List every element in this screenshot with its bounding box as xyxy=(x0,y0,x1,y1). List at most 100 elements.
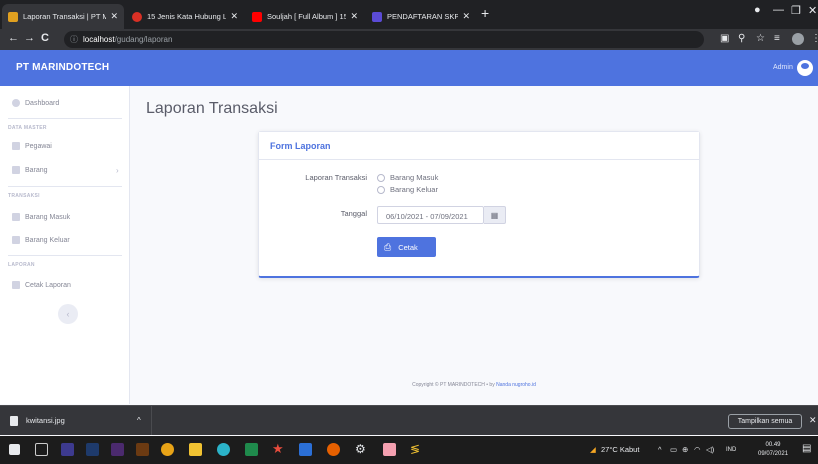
firefox-icon[interactable] xyxy=(327,443,340,456)
file-explorer-icon[interactable] xyxy=(189,443,202,456)
show-all-button[interactable]: Tampilkan semua xyxy=(728,414,802,429)
user-avatar-icon[interactable] xyxy=(797,60,813,76)
users-icon xyxy=(12,142,20,150)
illustrator-icon[interactable] xyxy=(136,443,149,456)
radio-barang-keluar[interactable]: Barang Keluar xyxy=(377,185,438,194)
cetak-button[interactable]: ⎙ Cetak xyxy=(377,237,436,257)
minimize-icon[interactable]: — xyxy=(773,4,784,16)
browser-tab-skpi[interactable]: PENDAFTARAN SKPI - TI 2021 ✕ xyxy=(366,4,476,29)
sidebar-toggle-button[interactable]: ‹ xyxy=(58,304,78,324)
downloads-bar: kwitansi.jpg ^ Tampilkan semua ✕ xyxy=(0,405,818,435)
close-icon[interactable]: ✕ xyxy=(110,11,118,22)
user-name[interactable]: Admin xyxy=(773,64,793,71)
back-icon[interactable]: ← xyxy=(8,32,19,44)
sidebar-item-barang[interactable]: Barang xyxy=(12,166,48,174)
address-bar[interactable]: ⓘ localhost/gudang/laporan xyxy=(64,31,704,48)
close-icon[interactable]: ✕ xyxy=(230,11,238,22)
sidebar-divider xyxy=(8,255,122,256)
clock-time: 00.49 xyxy=(765,442,781,448)
laporan-transaksi-label: Laporan Transaksi xyxy=(305,173,367,182)
radio-barang-masuk[interactable]: Barang Masuk xyxy=(377,173,438,182)
bookmark-star-icon[interactable]: ☆ xyxy=(756,33,765,44)
maximize-icon[interactable]: ❐ xyxy=(791,4,801,17)
browser-tab-laporan[interactable]: Laporan Transaksi | PT MARINDO ✕ xyxy=(2,4,124,29)
brand-title[interactable]: PT MARINDOTECH xyxy=(16,62,109,73)
calendar-icon[interactable]: ▦ xyxy=(484,206,506,224)
windows-start-icon[interactable] xyxy=(9,444,20,455)
favicon-icon xyxy=(8,11,18,22)
sidebar-item-cetak-laporan[interactable]: Cetak Laporan xyxy=(12,281,71,289)
premiere-icon[interactable] xyxy=(111,443,124,456)
sidebar-heading-master: DATA MASTER xyxy=(8,125,47,131)
weather-text[interactable]: 27°C Kabut xyxy=(601,445,639,454)
browser-tab-strip: Laporan Transaksi | PT MARINDO ✕ 15 Jeni… xyxy=(0,0,818,29)
download-item[interactable]: kwitansi.jpg ^ xyxy=(0,406,152,435)
browser-tab-souljah[interactable]: Souljah [ Full Album ] 15 Lag ✕ xyxy=(246,4,364,29)
forward-icon[interactable]: → xyxy=(24,32,35,44)
radio-icon[interactable] xyxy=(377,173,385,182)
photos-icon[interactable] xyxy=(383,443,396,456)
zoom-icon[interactable]: ⚲ xyxy=(738,33,745,44)
reading-list-icon[interactable]: ≡ xyxy=(774,33,780,44)
form-card: Form Laporan Laporan Transaksi Barang Ma… xyxy=(258,131,700,278)
sidebar-item-barang-masuk[interactable]: Barang Masuk xyxy=(12,213,70,221)
cetak-button-label: Cetak xyxy=(398,242,418,252)
photoshop-icon[interactable] xyxy=(86,443,99,456)
edge-icon[interactable] xyxy=(217,443,230,456)
url-path: /gudang/laporan xyxy=(114,35,173,44)
notepad-icon[interactable] xyxy=(245,443,258,456)
close-icon[interactable]: ✕ xyxy=(350,11,358,22)
chevron-up-icon[interactable]: ^ xyxy=(137,416,141,425)
chrome-icon[interactable] xyxy=(161,443,174,456)
tab-label: PENDAFTARAN SKPI - TI 2021 xyxy=(387,12,459,21)
radio-label: Barang Masuk xyxy=(390,173,439,182)
wifi-icon[interactable]: ◠ xyxy=(694,445,701,454)
browser-tab-kata-hubung[interactable]: 15 Jenis Kata Hubung Lengkap d ✕ xyxy=(126,4,244,29)
word-icon[interactable] xyxy=(299,443,312,456)
sublime-icon[interactable]: ≶ xyxy=(410,442,423,456)
window-close-icon[interactable]: ✕ xyxy=(808,4,817,17)
profile-icon[interactable]: ● xyxy=(754,4,761,16)
profile-avatar-icon[interactable] xyxy=(792,33,804,45)
star-app-icon[interactable]: ★ xyxy=(272,441,285,456)
chevron-right-icon[interactable]: › xyxy=(116,166,119,175)
reload-icon[interactable]: C xyxy=(41,32,49,44)
chevron-up-icon[interactable]: ^ xyxy=(658,445,662,454)
task-view-icon[interactable] xyxy=(35,443,48,456)
clock[interactable]: 00.49 09/07/2021 xyxy=(758,441,788,459)
close-icon[interactable]: ✕ xyxy=(809,415,817,426)
sidebar-item-pegawai[interactable]: Pegawai xyxy=(12,142,52,150)
footer: Copyright © PT MARINDOTECH • by Nanda nu… xyxy=(130,382,818,388)
volume-icon[interactable]: ◁) xyxy=(706,445,714,454)
screenshot-icon[interactable]: ▣ xyxy=(720,33,729,44)
sidebar-item-barang-keluar[interactable]: Barang Keluar xyxy=(12,236,70,244)
radio-icon[interactable] xyxy=(377,185,385,194)
tab-label: Souljah [ Full Album ] 15 Lag xyxy=(267,12,347,21)
language-indicator[interactable]: IND xyxy=(726,447,736,453)
network-icon[interactable]: ⊕ xyxy=(682,445,688,454)
menu-kebab-icon[interactable]: ⋮ xyxy=(811,33,818,44)
date-range-input[interactable]: 06/10/2021 - 07/09/2021 xyxy=(377,206,484,224)
folder-icon xyxy=(12,166,20,174)
info-icon[interactable]: ⓘ xyxy=(70,34,78,45)
settings-gear-icon[interactable]: ⚙ xyxy=(355,442,368,456)
sidebar-heading-laporan: LAPORAN xyxy=(8,262,35,268)
sidebar-item-label: Barang Masuk xyxy=(25,213,71,221)
battery-icon: ▭ xyxy=(670,445,678,454)
sidebar-item-dashboard[interactable]: Dashboard xyxy=(12,99,59,107)
radio-label: Barang Keluar xyxy=(390,185,438,194)
notification-icon[interactable]: ▤ xyxy=(802,443,811,454)
page-title: Laporan Transaksi xyxy=(146,100,278,117)
new-tab-button[interactable]: + xyxy=(481,5,489,21)
download-icon xyxy=(12,213,20,221)
dashboard-icon xyxy=(12,99,20,107)
sidebar-item-label: Cetak Laporan xyxy=(25,281,71,289)
clock-date: 09/07/2021 xyxy=(758,451,789,457)
close-icon[interactable]: ✕ xyxy=(462,11,470,22)
after-effects-icon[interactable] xyxy=(61,443,74,456)
footer-author-link[interactable]: Nanda nugroho.id xyxy=(496,382,536,388)
print-icon: ⎙ xyxy=(384,241,392,252)
sidebar-divider xyxy=(8,186,122,187)
sidebar-heading-transaksi: TRANSAKSI xyxy=(8,193,40,199)
card-title: Form Laporan xyxy=(259,132,699,160)
